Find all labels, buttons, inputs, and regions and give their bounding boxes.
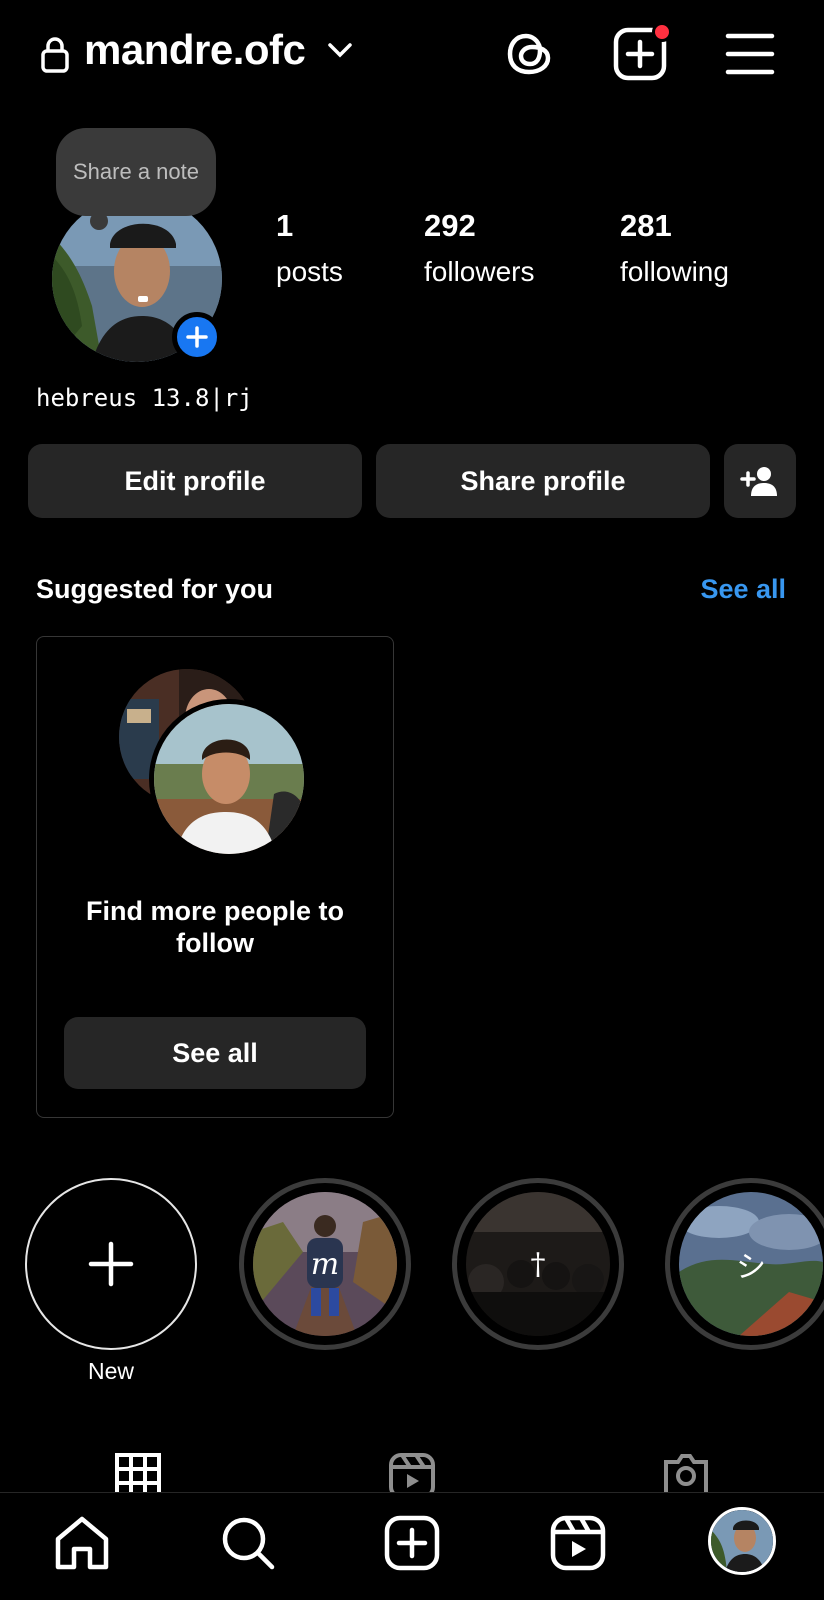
plus-icon — [186, 326, 208, 348]
highlight-glyph: † — [530, 1246, 546, 1282]
plus-icon — [88, 1241, 134, 1287]
share-note-bubble[interactable]: Share a note — [56, 128, 216, 230]
create-post-button[interactable] — [612, 22, 672, 82]
grid-icon[interactable] — [114, 1452, 162, 1496]
following-count[interactable]: 281 following — [620, 208, 729, 288]
story-highlight[interactable]: m — [239, 1178, 411, 1350]
profile-avatar[interactable] — [708, 1507, 776, 1575]
suggestion-card-text: Find more people to follow — [85, 896, 344, 958]
suggestion-see-all-button[interactable]: See all — [64, 1017, 366, 1089]
notification-dot — [652, 22, 672, 42]
story-highlight[interactable]: † — [452, 1178, 624, 1350]
add-story-badge[interactable] — [172, 312, 222, 362]
threads-icon[interactable] — [502, 26, 558, 82]
story-highlight[interactable]: シ — [665, 1178, 824, 1350]
highlight-cover: シ — [679, 1192, 823, 1336]
highlight-glyph: シ — [736, 1250, 766, 1285]
stat-label: followers — [424, 256, 535, 287]
stat-value: 281 — [620, 208, 672, 243]
suggested-see-all-link[interactable]: See all — [700, 574, 786, 605]
highlight-cover: † — [466, 1192, 610, 1336]
bottom-navigation — [0, 1492, 824, 1600]
note-bubble-text: Share a note — [73, 159, 199, 184]
reels-icon[interactable] — [388, 1452, 436, 1496]
chevron-down-icon[interactable] — [326, 40, 354, 60]
discover-people-button[interactable] — [724, 444, 796, 518]
suggested-title: Suggested for you — [36, 574, 274, 604]
lock-icon — [41, 37, 69, 73]
tagged-icon[interactable] — [662, 1452, 710, 1496]
search-icon[interactable] — [218, 1513, 278, 1573]
new-highlight-button[interactable] — [25, 1178, 197, 1350]
hamburger-menu-icon[interactable] — [722, 26, 778, 82]
stat-label: posts — [276, 256, 343, 287]
reels-icon[interactable] — [548, 1513, 608, 1573]
share-profile-button[interactable]: Share profile — [376, 444, 710, 518]
new-highlight-label: New — [87, 1358, 134, 1384]
posts-count[interactable]: 1 posts — [276, 208, 343, 288]
stat-value: 1 — [276, 208, 294, 243]
add-person-icon — [740, 467, 777, 496]
home-icon[interactable] — [52, 1513, 112, 1573]
account-username[interactable]: mandre.ofc — [84, 26, 306, 74]
suggestion-card: Find more people to follow See all — [36, 636, 394, 1118]
stat-label: following — [620, 256, 729, 287]
top-bar: mandre.ofc — [0, 0, 824, 110]
highlight-cover: m — [253, 1192, 397, 1336]
highlight-glyph: m — [310, 1246, 340, 1282]
stat-value: 292 — [424, 208, 476, 243]
followers-count[interactable]: 292 followers — [424, 208, 534, 288]
suggested-user-photo — [149, 699, 309, 859]
edit-profile-button[interactable]: Edit profile — [28, 444, 362, 518]
profile-bio: hebreus 13.8|rj — [36, 384, 253, 412]
create-icon[interactable] — [382, 1513, 442, 1573]
